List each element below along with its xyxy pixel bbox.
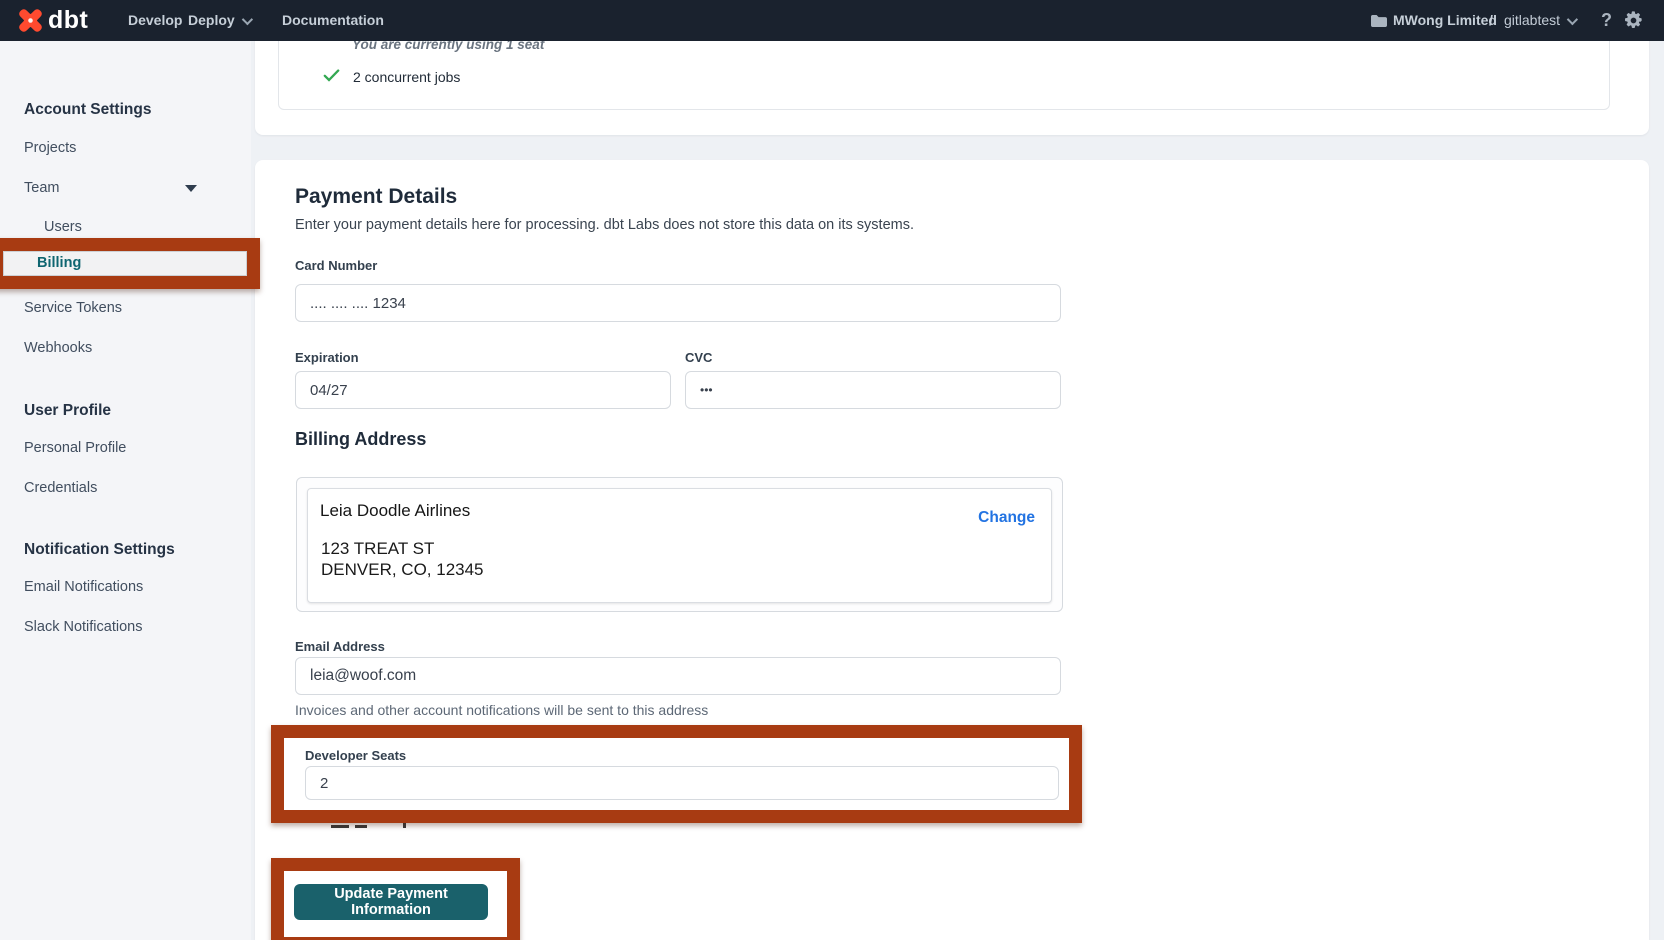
help-icon[interactable]: ? [1601, 0, 1612, 41]
chevron-down-icon [1567, 14, 1578, 25]
address-lines: 123 TREAT ST DENVER, CO, 12345 [321, 538, 484, 580]
cvc-label: CVC [685, 350, 712, 366]
developer-seats-input[interactable] [305, 766, 1059, 800]
developer-seats-label: Developer Seats [305, 748, 406, 764]
billing-address-title: Billing Address [295, 428, 426, 450]
email-help-text: Invoices and other account notifications… [295, 702, 708, 718]
top-navigation-bar: dbt Develop Deploy Documentation MWong L… [0, 0, 1664, 41]
card-number-input[interactable] [295, 284, 1061, 322]
card-number-label: Card Number [295, 258, 377, 274]
address-line2: DENVER, CO, 12345 [321, 559, 484, 580]
check-icon [323, 69, 340, 87]
folder-icon [1370, 14, 1387, 33]
billing-address-panel: Leia Doodle Airlines Change 123 TREAT ST… [307, 488, 1052, 603]
sidebar-heading-user-profile: User Profile [24, 402, 111, 420]
nav-deploy-label: Deploy [188, 12, 235, 28]
app-screen: You are currently using 1 seat 2 concurr… [0, 0, 1664, 940]
nav-deploy[interactable]: Deploy [188, 0, 250, 41]
billing-address-box: Leia Doodle Airlines Change 123 TREAT ST… [296, 477, 1063, 612]
sidebar-item-webhooks[interactable]: Webhooks [24, 340, 92, 356]
address-company-name: Leia Doodle Airlines [320, 501, 470, 521]
annotation-box-developer-seats: Developer Seats [271, 725, 1082, 823]
payment-details-title: Payment Details [295, 184, 457, 210]
nav-develop[interactable]: Develop [128, 0, 182, 41]
annotation-box-update-button: Update Payment Information [271, 858, 520, 940]
project-selector[interactable]: gitlabtest [1504, 0, 1575, 41]
expiration-input[interactable] [295, 371, 671, 409]
sidebar-item-slack-notifications[interactable]: Slack Notifications [24, 619, 142, 635]
cvc-input[interactable] [685, 371, 1061, 409]
sidebar-item-service-tokens[interactable]: Service Tokens [24, 300, 122, 316]
sidebar-item-personal-profile[interactable]: Personal Profile [24, 440, 126, 456]
update-payment-button[interactable]: Update Payment Information [294, 884, 488, 920]
breadcrumb-separator: / [1489, 0, 1493, 41]
sidebar-item-credentials[interactable]: Credentials [24, 480, 97, 496]
project-name: gitlabtest [1504, 12, 1560, 28]
sidebar-item-billing[interactable]: Billing [3, 251, 247, 276]
sidebar-item-billing-label: Billing [37, 255, 81, 271]
gear-icon[interactable] [1624, 11, 1643, 35]
nav-documentation[interactable]: Documentation [282, 0, 384, 41]
brand-wordmark: dbt [48, 0, 88, 41]
payment-card: Payment Details Enter your payment detai… [255, 160, 1649, 940]
payment-details-subtitle: Enter your payment details here for proc… [295, 216, 914, 234]
sidebar-item-users[interactable]: Users [44, 219, 82, 235]
sidebar-heading-account-settings: Account Settings [24, 101, 151, 119]
caret-down-icon[interactable] [185, 185, 197, 192]
expiration-label: Expiration [295, 350, 359, 366]
concurrent-jobs-text: 2 concurrent jobs [353, 69, 460, 85]
chevron-down-icon [241, 14, 252, 25]
clipped-text-fragment [331, 825, 349, 828]
clipped-text-fragment [403, 822, 406, 828]
sidebar-heading-notification-settings: Notification Settings [24, 541, 175, 559]
sidebar-item-team[interactable]: Team [24, 180, 59, 196]
address-line1: 123 TREAT ST [321, 538, 484, 559]
account-name[interactable]: MWong Limited [1393, 0, 1497, 41]
email-address-label: Email Address [295, 639, 385, 655]
email-address-input[interactable] [295, 657, 1061, 695]
dbt-logo[interactable] [17, 7, 44, 39]
clipped-text-fragment [355, 825, 367, 828]
change-address-link[interactable]: Change [978, 509, 1035, 527]
settings-sidebar: Account Settings Projects Team Users Ser… [0, 41, 251, 940]
sidebar-item-email-notifications[interactable]: Email Notifications [24, 579, 143, 595]
sidebar-item-projects[interactable]: Projects [24, 140, 76, 156]
